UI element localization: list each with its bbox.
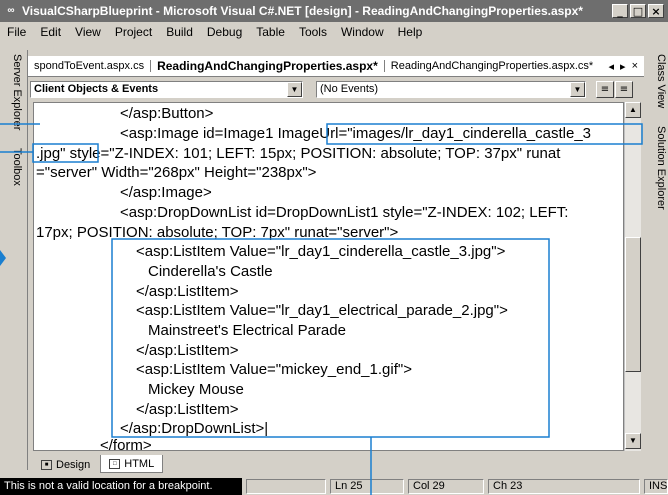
- menu-project[interactable]: Project: [108, 25, 159, 39]
- menu-debug[interactable]: Debug: [200, 25, 249, 39]
- tab-navigation: ◂ ▸ ×: [609, 60, 645, 73]
- design-view-icon: ■: [41, 459, 52, 470]
- tab-reading-properties-aspx[interactable]: ReadingAndChangingProperties.aspx*: [151, 59, 384, 73]
- server-explorer-tab[interactable]: Server Explorer: [3, 54, 23, 130]
- html-view-icon: □: [109, 459, 121, 469]
- chevron-down-icon[interactable]: ▼: [570, 82, 585, 97]
- status-line: Ln 25: [330, 479, 404, 494]
- code-line: </form>: [100, 437, 152, 451]
- code-line: </asp:ListItem>: [136, 283, 239, 300]
- restore-button[interactable]: □: [630, 4, 646, 18]
- code-line: </asp:DropDownList>|: [120, 420, 269, 437]
- chevron-down-icon[interactable]: ▼: [287, 82, 302, 97]
- menu-build[interactable]: Build: [159, 25, 200, 39]
- code-line: .jpg" style="Z-INDEX: 101; LEFT: 15px; P…: [36, 145, 561, 162]
- status-bar: This is not a valid location for a break…: [0, 478, 668, 495]
- tab-design-label: Design: [56, 458, 91, 471]
- navigation-bar: Client Objects & Events ▼ (No Events) ▼ …: [28, 78, 644, 102]
- code-line: Mickey Mouse: [148, 381, 244, 398]
- tab-close-icon[interactable]: ×: [632, 60, 638, 73]
- objects-dropdown[interactable]: Client Objects & Events ▼: [30, 81, 303, 98]
- menu-table[interactable]: Table: [249, 25, 292, 39]
- objects-dropdown-value: Client Objects & Events: [34, 83, 159, 95]
- right-dock: Class View Solution Explorer: [644, 50, 668, 470]
- view-tabs: ■ Design □ HTML: [33, 455, 164, 473]
- app-icon: ∞: [7, 5, 15, 16]
- title-bar: ∞ VisualCSharpBlueprint - Microsoft Visu…: [0, 0, 668, 22]
- toolbox-tab[interactable]: Toolbox: [3, 148, 23, 186]
- menu-bar: File Edit View Project Build Debug Table…: [0, 22, 668, 42]
- code-line: <asp:ListItem Value="lr_day1_electrical_…: [136, 302, 508, 319]
- scroll-up-icon[interactable]: ▲: [625, 102, 641, 118]
- tab-reading-properties-cs[interactable]: ReadingAndChangingProperties.aspx.cs*: [385, 60, 599, 72]
- status-panel-empty: [246, 479, 326, 494]
- tab-next-icon[interactable]: ▸: [620, 60, 626, 73]
- tab-html[interactable]: □ HTML: [100, 455, 164, 473]
- window-controls: _ □ ×: [612, 4, 664, 18]
- window-title: VisualCSharpBlueprint - Microsoft Visual…: [22, 4, 583, 18]
- status-char: Ch 23: [488, 479, 640, 494]
- scroll-thumb[interactable]: [625, 237, 641, 372]
- menu-view[interactable]: View: [68, 25, 108, 39]
- tab-prev-icon[interactable]: ◂: [609, 60, 615, 73]
- document-tabs: spondToEvent.aspx.cs ReadingAndChangingP…: [28, 56, 644, 77]
- code-line: <asp:Image id=Image1 ImageUrl="images/lr…: [120, 125, 592, 142]
- code-line: </asp:Image>: [120, 184, 212, 201]
- vertical-scrollbar[interactable]: ▲ ▼: [624, 102, 641, 451]
- menu-edit[interactable]: Edit: [33, 25, 68, 39]
- split-view-button[interactable]: ≡: [615, 81, 633, 98]
- solution-explorer-tab[interactable]: Solution Explorer: [647, 126, 667, 210]
- code-line: </asp:Button>: [120, 105, 214, 122]
- menu-help[interactable]: Help: [391, 25, 430, 39]
- tab-design[interactable]: ■ Design: [33, 455, 98, 473]
- close-button[interactable]: ×: [648, 4, 664, 18]
- ide-window: ∞ VisualCSharpBlueprint - Microsoft Visu…: [0, 0, 668, 495]
- left-dock: Server Explorer Toolbox: [0, 50, 28, 470]
- scroll-down-icon[interactable]: ▼: [625, 433, 641, 449]
- events-dropdown[interactable]: (No Events) ▼: [316, 81, 586, 98]
- full-view-button[interactable]: ≡: [596, 81, 614, 98]
- minimize-button[interactable]: _: [612, 4, 628, 18]
- tab-html-label: HTML: [124, 458, 155, 470]
- menu-file[interactable]: File: [0, 25, 33, 39]
- code-line: Mainstreet's Electrical Parade: [148, 322, 346, 339]
- code-line: 17px; POSITION: absolute; TOP: 7px" runa…: [36, 224, 399, 241]
- status-mode: INS: [644, 479, 668, 494]
- tab-respond-to-event[interactable]: spondToEvent.aspx.cs: [28, 60, 150, 72]
- code-line: ="server" Width="268px" Height="238px">: [36, 164, 317, 181]
- class-view-tab[interactable]: Class View: [647, 54, 667, 108]
- code-line: <asp:ListItem Value="lr_day1_cinderella_…: [136, 243, 506, 260]
- menu-window[interactable]: Window: [334, 25, 391, 39]
- status-message: This is not a valid location for a break…: [0, 478, 242, 495]
- code-line: <asp:DropDownList id=DropDownList1 style…: [120, 204, 569, 221]
- events-dropdown-value: (No Events): [320, 83, 379, 95]
- code-editor[interactable]: </asp:Button> <asp:Image id=Image1 Image…: [33, 102, 624, 451]
- code-line: Cinderella's Castle: [148, 263, 273, 280]
- status-column: Col 29: [408, 479, 484, 494]
- code-line: </asp:ListItem>: [136, 342, 239, 359]
- code-line: <asp:ListItem Value="mickey_end_1.gif">: [136, 361, 412, 378]
- code-line: </asp:ListItem>: [136, 401, 239, 418]
- menu-tools[interactable]: Tools: [292, 25, 334, 39]
